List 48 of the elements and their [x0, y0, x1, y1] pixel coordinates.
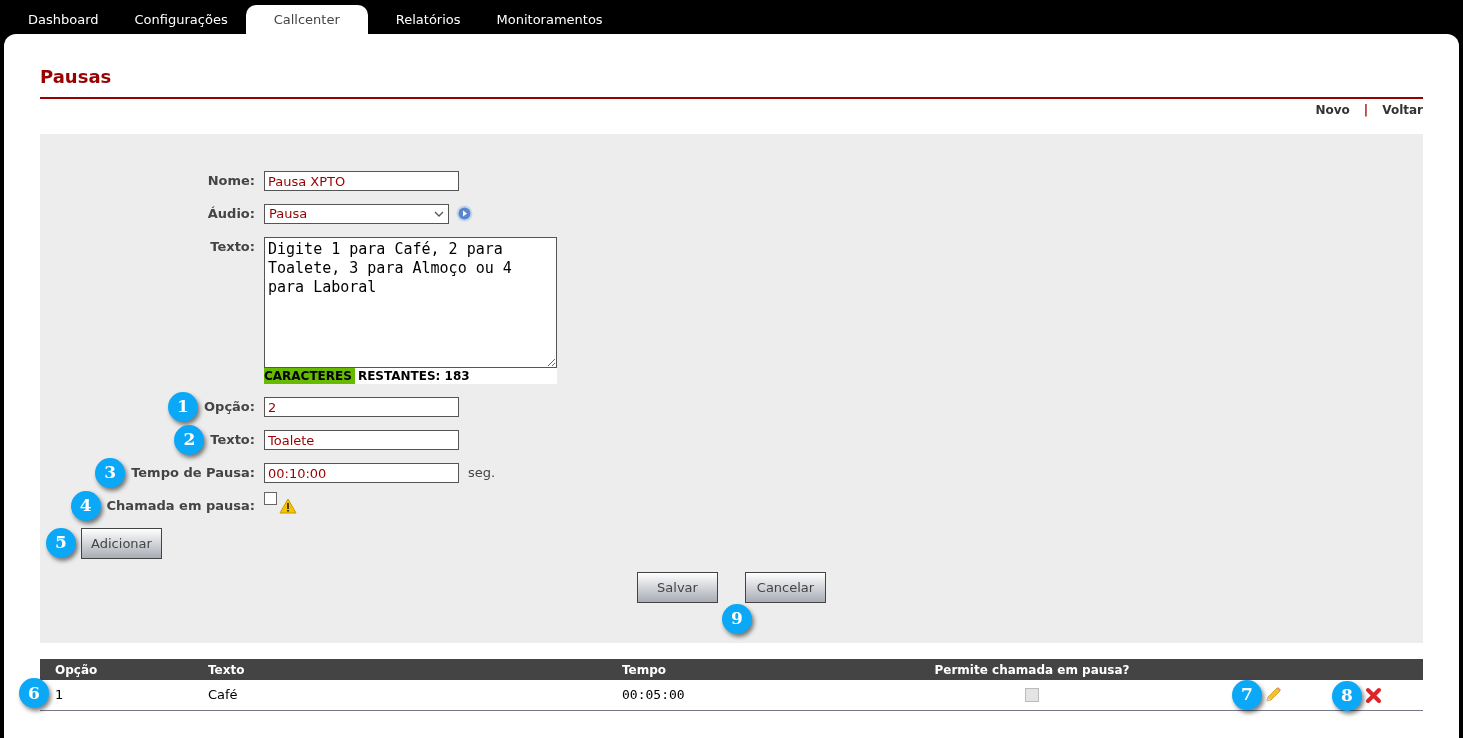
text-field[interactable]: 00:10:00: [264, 463, 459, 483]
warning-icon: [279, 498, 297, 514]
form-button[interactable]: Cancelar: [745, 572, 826, 603]
column-header: Tempo: [621, 661, 668, 679]
nav-tab[interactable]: Callcenter: [245, 5, 368, 34]
callout-badge: 6: [19, 678, 49, 709]
nav-tab[interactable]: Dashboard: [10, 5, 117, 34]
field-label: Nome:: [207, 173, 255, 188]
text-field[interactable]: 2: [264, 397, 459, 417]
table-cell-text: Café: [207, 686, 239, 705]
column-header: Texto: [207, 661, 246, 679]
callout-badge: 7: [1232, 680, 1262, 710]
nav-link[interactable]: Voltar: [1382, 101, 1423, 119]
column-header: Permite chamada em pausa?: [933, 661, 1131, 679]
caret-icon: [434, 211, 444, 217]
field-label: Texto:: [210, 432, 255, 447]
field-label: Texto:: [210, 239, 255, 254]
form-button[interactable]: Salvar: [637, 572, 718, 603]
nav-link[interactable]: Novo: [1315, 101, 1350, 119]
link-separator: |: [1363, 102, 1369, 119]
field-label: Chamada em pausa:: [106, 498, 255, 513]
text-field[interactable]: Toalete: [264, 430, 459, 450]
callout-badge: 9: [722, 604, 752, 634]
nav-tab[interactable]: Monitoramentos: [478, 5, 621, 34]
table-cell-text: 00:05:00: [621, 686, 686, 705]
text-area[interactable]: Digite 1 para Café, 2 para Toalete, 3 para Almoço ou 4 para Laboral: [264, 237, 557, 368]
unit-label: seg.: [468, 464, 496, 482]
delete-icon[interactable]: [1365, 686, 1382, 704]
page-title: Pausas: [40, 65, 113, 89]
callout-badge: 2: [174, 425, 205, 455]
add-button[interactable]: Adicionar: [81, 528, 162, 559]
play-icon[interactable]: [456, 205, 473, 222]
callout-badge: 3: [95, 458, 126, 488]
table-cell: 1: [55, 687, 64, 703]
nav-tab[interactable]: Relatórios: [377, 5, 479, 34]
text-field[interactable]: Pausa XPTO: [264, 171, 459, 191]
character-counter: CARACTERES RESTANTES: 183: [264, 368, 557, 384]
field-label: Opção:: [204, 399, 255, 414]
callout-badge: 8: [1332, 680, 1362, 711]
callout-badge: 4: [70, 491, 101, 521]
callout-badge: 1: [168, 392, 199, 422]
nav-tab[interactable]: Configurações: [116, 5, 246, 34]
column-header: Opção: [54, 661, 99, 679]
callout-badge: 5: [46, 528, 76, 558]
field-label: Tempo de Pausa:: [131, 465, 255, 480]
checkbox[interactable]: [264, 492, 277, 505]
audio-select[interactable]: Pausa: [264, 204, 449, 224]
field-label: Áudio:: [207, 206, 255, 221]
